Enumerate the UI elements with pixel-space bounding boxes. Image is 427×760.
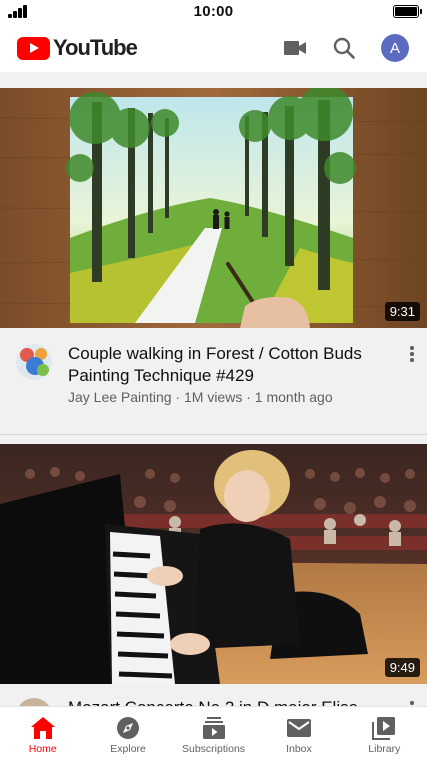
channel-avatar[interactable] — [16, 344, 52, 380]
video-title[interactable]: Couple walking in Forest / Cotton Buds P… — [68, 343, 388, 387]
nav-explore[interactable]: Explore — [85, 707, 170, 760]
youtube-logo[interactable]: YouTube — [17, 35, 138, 60]
channel-name[interactable]: Jay Lee Painting — [68, 389, 172, 405]
nav-home[interactable]: Home — [0, 707, 85, 760]
video-thumbnail[interactable]: 9:31 — [0, 88, 427, 328]
video-duration: 9:49 — [384, 658, 420, 677]
youtube-play-icon — [17, 36, 50, 60]
account-avatar[interactable]: A — [381, 34, 409, 62]
video-camera-icon — [284, 41, 306, 55]
compass-icon — [115, 715, 141, 741]
channel-avatar[interactable] — [16, 698, 52, 706]
status-bar: 10:00 — [0, 0, 427, 24]
feed-spacer — [0, 72, 427, 88]
separator-dot: · — [175, 389, 184, 405]
nav-subscriptions[interactable]: Subscriptions — [171, 707, 256, 760]
nav-inbox-label: Inbox — [286, 743, 312, 755]
video-thumbnail[interactable]: 9:49 — [0, 444, 427, 684]
status-time: 10:00 — [193, 3, 234, 20]
upload-video-button[interactable] — [281, 34, 309, 62]
channel-avatar-image — [16, 344, 52, 380]
video-title[interactable]: Mozart Concerto No 2 in D major Elisa... — [68, 697, 378, 706]
brand-name: YouTube — [53, 35, 138, 60]
nav-subscriptions-label: Subscriptions — [182, 743, 246, 755]
bottom-navigation: Home Explore Subscriptions Inbox Library — [0, 706, 427, 760]
video-meta[interactable]: Mozart Concerto No 2 in D major Elisa... — [0, 684, 427, 706]
search-button[interactable] — [330, 34, 358, 62]
view-count: 1M views — [183, 389, 243, 405]
nav-library[interactable]: Library — [342, 707, 427, 760]
forest-painting-image — [0, 88, 427, 328]
search-icon — [333, 37, 355, 59]
nav-explore-label: Explore — [110, 743, 146, 755]
home-icon — [30, 715, 56, 741]
nav-home-label: Home — [28, 743, 57, 755]
subscriptions-icon — [201, 715, 227, 741]
video-duration: 9:31 — [384, 302, 420, 321]
upload-age: 1 month ago — [254, 389, 333, 405]
battery-icon — [393, 5, 422, 18]
separator-dot: · — [246, 389, 255, 405]
library-icon — [371, 715, 397, 741]
video-subtitle: Jay Lee Painting · 1M views · 1 month ag… — [68, 389, 333, 405]
piano-concert-image — [0, 444, 427, 684]
divider — [0, 434, 427, 435]
app-header: YouTube A — [0, 24, 427, 72]
video-meta[interactable]: Couple walking in Forest / Cotton Buds P… — [0, 328, 427, 434]
nav-inbox[interactable]: Inbox — [256, 707, 341, 760]
more-options-icon[interactable] — [406, 345, 418, 365]
nav-library-label: Library — [368, 743, 401, 755]
mail-icon — [286, 715, 312, 741]
